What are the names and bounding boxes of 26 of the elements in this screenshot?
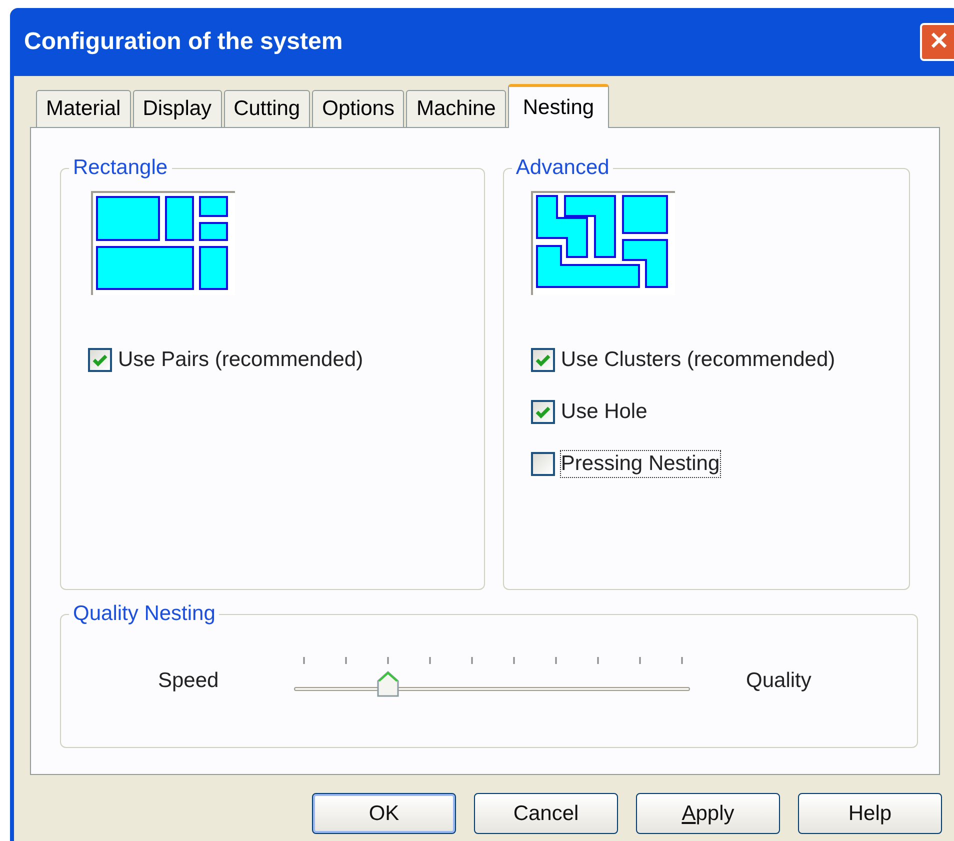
tab[interactable]: Cutting [224,90,310,128]
checkbox-label[interactable]: Use Hole [560,399,648,425]
tab[interactable]: Nesting [508,84,610,128]
dialog-button[interactable]: Cancel [474,793,618,834]
checkmark-icon [534,405,551,419]
tab[interactable]: Machine [406,90,506,128]
checkbox-label[interactable]: Use Clusters (recommended) [560,347,836,373]
dialog-button[interactable]: Apply [636,793,780,834]
checkbox-label[interactable]: Use Pairs (recommended) [118,347,364,373]
tab[interactable]: Options [312,90,404,128]
slider-thumb[interactable] [376,671,399,697]
tab[interactable]: Material [36,90,131,128]
checkbox[interactable] [530,452,555,476]
slider-max-label: Quality [746,668,812,694]
window-title: Configuration of the system [24,27,343,57]
checkmark-icon [534,353,551,367]
checkbox-label[interactable]: Pressing Nesting [560,451,720,477]
checkbox[interactable] [530,400,555,424]
checkbox[interactable] [88,348,112,372]
checkbox[interactable] [530,348,555,372]
tab[interactable]: Display [132,90,222,128]
slider-min-label: Speed [158,668,220,694]
dialog-button[interactable]: OK [312,793,456,834]
checkmark-icon [92,353,108,367]
close-button[interactable]: ✕ [920,23,954,61]
dialog-button[interactable]: Help [798,793,942,834]
